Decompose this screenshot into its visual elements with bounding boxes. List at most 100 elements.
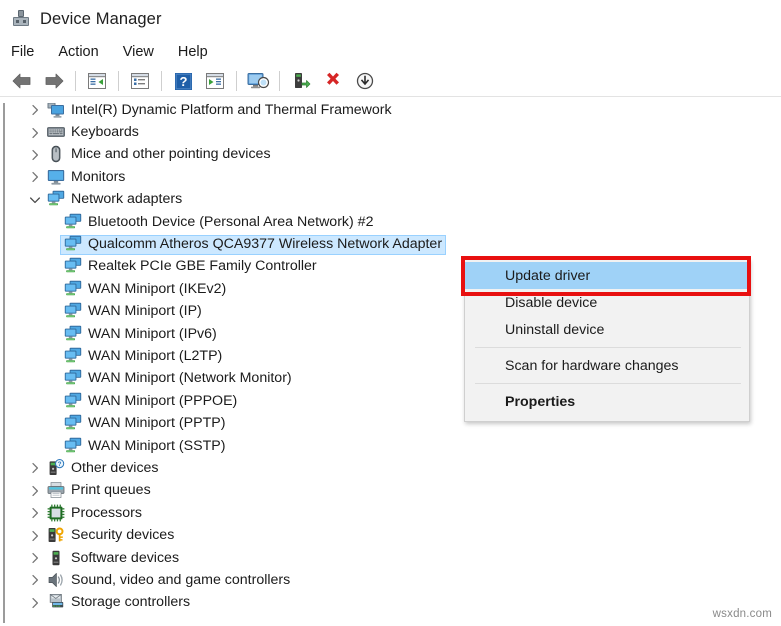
- tree-item[interactable]: Processors: [5, 502, 778, 524]
- tree-item[interactable]: Qualcomm Atheros QCA9377 Wireless Networ…: [5, 233, 778, 255]
- tree-item-label: WAN Miniport (IPv6): [88, 325, 217, 342]
- chevron-right-icon[interactable]: [27, 102, 43, 118]
- menu-view[interactable]: View: [123, 42, 165, 63]
- tree-item-label: Network adapters: [71, 191, 183, 208]
- svg-text:?: ?: [179, 74, 187, 89]
- tree-top-clip: [3, 98, 778, 103]
- menu-help[interactable]: Help: [178, 42, 219, 63]
- tree-item-label: WAN Miniport (L2TP): [88, 347, 223, 364]
- properties-icon[interactable]: [125, 68, 155, 94]
- tree-item[interactable]: Software devices: [5, 547, 778, 569]
- chevron-right-icon[interactable]: [27, 595, 43, 611]
- tree-item-content: Mice and other pointing devices: [43, 145, 275, 165]
- disable-device-icon[interactable]: [350, 68, 380, 94]
- tree-item[interactable]: Monitors: [5, 166, 778, 188]
- device-manager-window: Device Manager File Action View Help ? I…: [0, 0, 781, 626]
- chevron-right-icon[interactable]: [27, 169, 43, 185]
- update-driver-icon[interactable]: [286, 68, 316, 94]
- tree-item-content: Qualcomm Atheros QCA9377 Wireless Networ…: [60, 234, 447, 255]
- tree-item[interactable]: WAN Miniport (SSTP): [5, 435, 778, 457]
- tree-item[interactable]: Mice and other pointing devices: [5, 144, 778, 166]
- tree-item-content: Processors: [43, 503, 146, 523]
- show-hide-action-pane-icon[interactable]: [200, 68, 230, 94]
- context-menu[interactable]: Update driver Disable device Uninstall d…: [464, 259, 750, 422]
- tree-item[interactable]: Network adapters: [5, 189, 778, 211]
- chevron-right-icon[interactable]: [27, 483, 43, 499]
- menu-bar: File Action View Help: [0, 38, 781, 66]
- tree-item[interactable]: Keyboards: [5, 121, 778, 143]
- tree-item-content: Intel(R) Dynamic Platform and Thermal Fr…: [43, 100, 396, 120]
- tree-item-label: Intel(R) Dynamic Platform and Thermal Fr…: [71, 101, 392, 118]
- tree-item-content: WAN Miniport (IKEv2): [60, 279, 230, 299]
- tree-item-label: Storage controllers: [71, 594, 191, 611]
- network-adapter-icon: [64, 437, 82, 455]
- network-adapter-icon: [64, 213, 82, 231]
- tree-item-content: Storage controllers: [43, 593, 194, 613]
- software-device-icon: [47, 549, 65, 567]
- tree-item[interactable]: Bluetooth Device (Personal Area Network)…: [5, 211, 778, 233]
- context-menu-item-update-driver[interactable]: Update driver: [465, 262, 749, 289]
- tree-item[interactable]: Security devices: [5, 524, 778, 546]
- tree-item-label: Security devices: [71, 527, 175, 544]
- context-menu-item-properties[interactable]: Properties: [465, 388, 749, 415]
- tree-item[interactable]: ? Other devices: [5, 457, 778, 479]
- tree-item[interactable]: Sound, video and game controllers: [5, 569, 778, 591]
- context-menu-label: Update driver: [505, 267, 591, 284]
- network-adapter-icon: [64, 325, 82, 343]
- tree-item-label: WAN Miniport (IP): [88, 303, 202, 320]
- menu-file[interactable]: File: [11, 42, 45, 63]
- tree-item-content: Print queues: [43, 481, 155, 501]
- tree-item-content: Security devices: [43, 526, 178, 546]
- chevron-right-icon[interactable]: [27, 550, 43, 566]
- svg-text:?: ?: [58, 462, 62, 468]
- tree-item[interactable]: Storage controllers: [5, 592, 778, 614]
- toolbar: ?: [0, 66, 781, 97]
- tree-item-label: WAN Miniport (PPPOE): [88, 392, 238, 409]
- tree-item-content: WAN Miniport (PPTP): [60, 414, 229, 434]
- context-menu-separator: [475, 383, 741, 384]
- network-adapter-icon: [64, 235, 82, 253]
- chevron-right-icon[interactable]: [27, 528, 43, 544]
- tree-item-label: Print queues: [71, 482, 151, 499]
- scan-hardware-changes-icon[interactable]: [243, 68, 273, 94]
- other-devices-icon: ?: [47, 458, 65, 477]
- back-arrow-icon[interactable]: [7, 68, 37, 94]
- uninstall-device-icon[interactable]: [318, 68, 348, 94]
- tree-item-label: Keyboards: [71, 124, 139, 141]
- sound-icon: [47, 571, 65, 589]
- chevron-right-icon[interactable]: [27, 125, 43, 141]
- tree-item-content: Network adapters: [43, 190, 186, 210]
- help-icon[interactable]: ?: [168, 68, 198, 94]
- tree-item-content: WAN Miniport (SSTP): [60, 436, 229, 456]
- network-adapter-icon: [64, 392, 82, 410]
- toolbar-separator: [279, 71, 280, 91]
- show-hide-console-tree-icon[interactable]: [82, 68, 112, 94]
- tree-item-content: Bluetooth Device (Personal Area Network)…: [60, 212, 377, 232]
- network-adapter-icon: [64, 257, 82, 275]
- network-adapter-icon: [64, 414, 82, 432]
- menu-action[interactable]: Action: [58, 42, 109, 63]
- chevron-right-icon[interactable]: [27, 572, 43, 588]
- network-adapter-icon: [47, 190, 65, 208]
- context-menu-label: Uninstall device: [505, 321, 605, 338]
- tree-item-content: Realtek PCIe GBE Family Controller: [60, 257, 321, 277]
- network-adapter-icon: [64, 302, 82, 320]
- thermal-framework-icon: [47, 101, 65, 119]
- context-menu-item-disable-device[interactable]: Disable device: [465, 289, 749, 316]
- tree-item-content: ? Other devices: [43, 458, 163, 478]
- context-menu-item-uninstall-device[interactable]: Uninstall device: [465, 316, 749, 343]
- forward-arrow-icon[interactable]: [39, 68, 69, 94]
- network-adapter-icon: [64, 347, 82, 365]
- chevron-right-icon[interactable]: [27, 505, 43, 521]
- tree-item[interactable]: Print queues: [5, 480, 778, 502]
- tree-item-label: WAN Miniport (Network Monitor): [88, 370, 292, 387]
- context-menu-label: Scan for hardware changes: [505, 357, 679, 374]
- context-menu-item-scan-for-hardware-changes[interactable]: Scan for hardware changes: [465, 352, 749, 379]
- tree-item-label: Software devices: [71, 549, 180, 566]
- tree-item-label: Sound, video and game controllers: [71, 571, 291, 588]
- tree-item-label: Bluetooth Device (Personal Area Network)…: [88, 213, 374, 230]
- tree-item-label: WAN Miniport (PPTP): [88, 415, 226, 432]
- chevron-right-icon[interactable]: [27, 460, 43, 476]
- chevron-right-icon[interactable]: [27, 147, 43, 163]
- chevron-down-icon[interactable]: [27, 192, 43, 208]
